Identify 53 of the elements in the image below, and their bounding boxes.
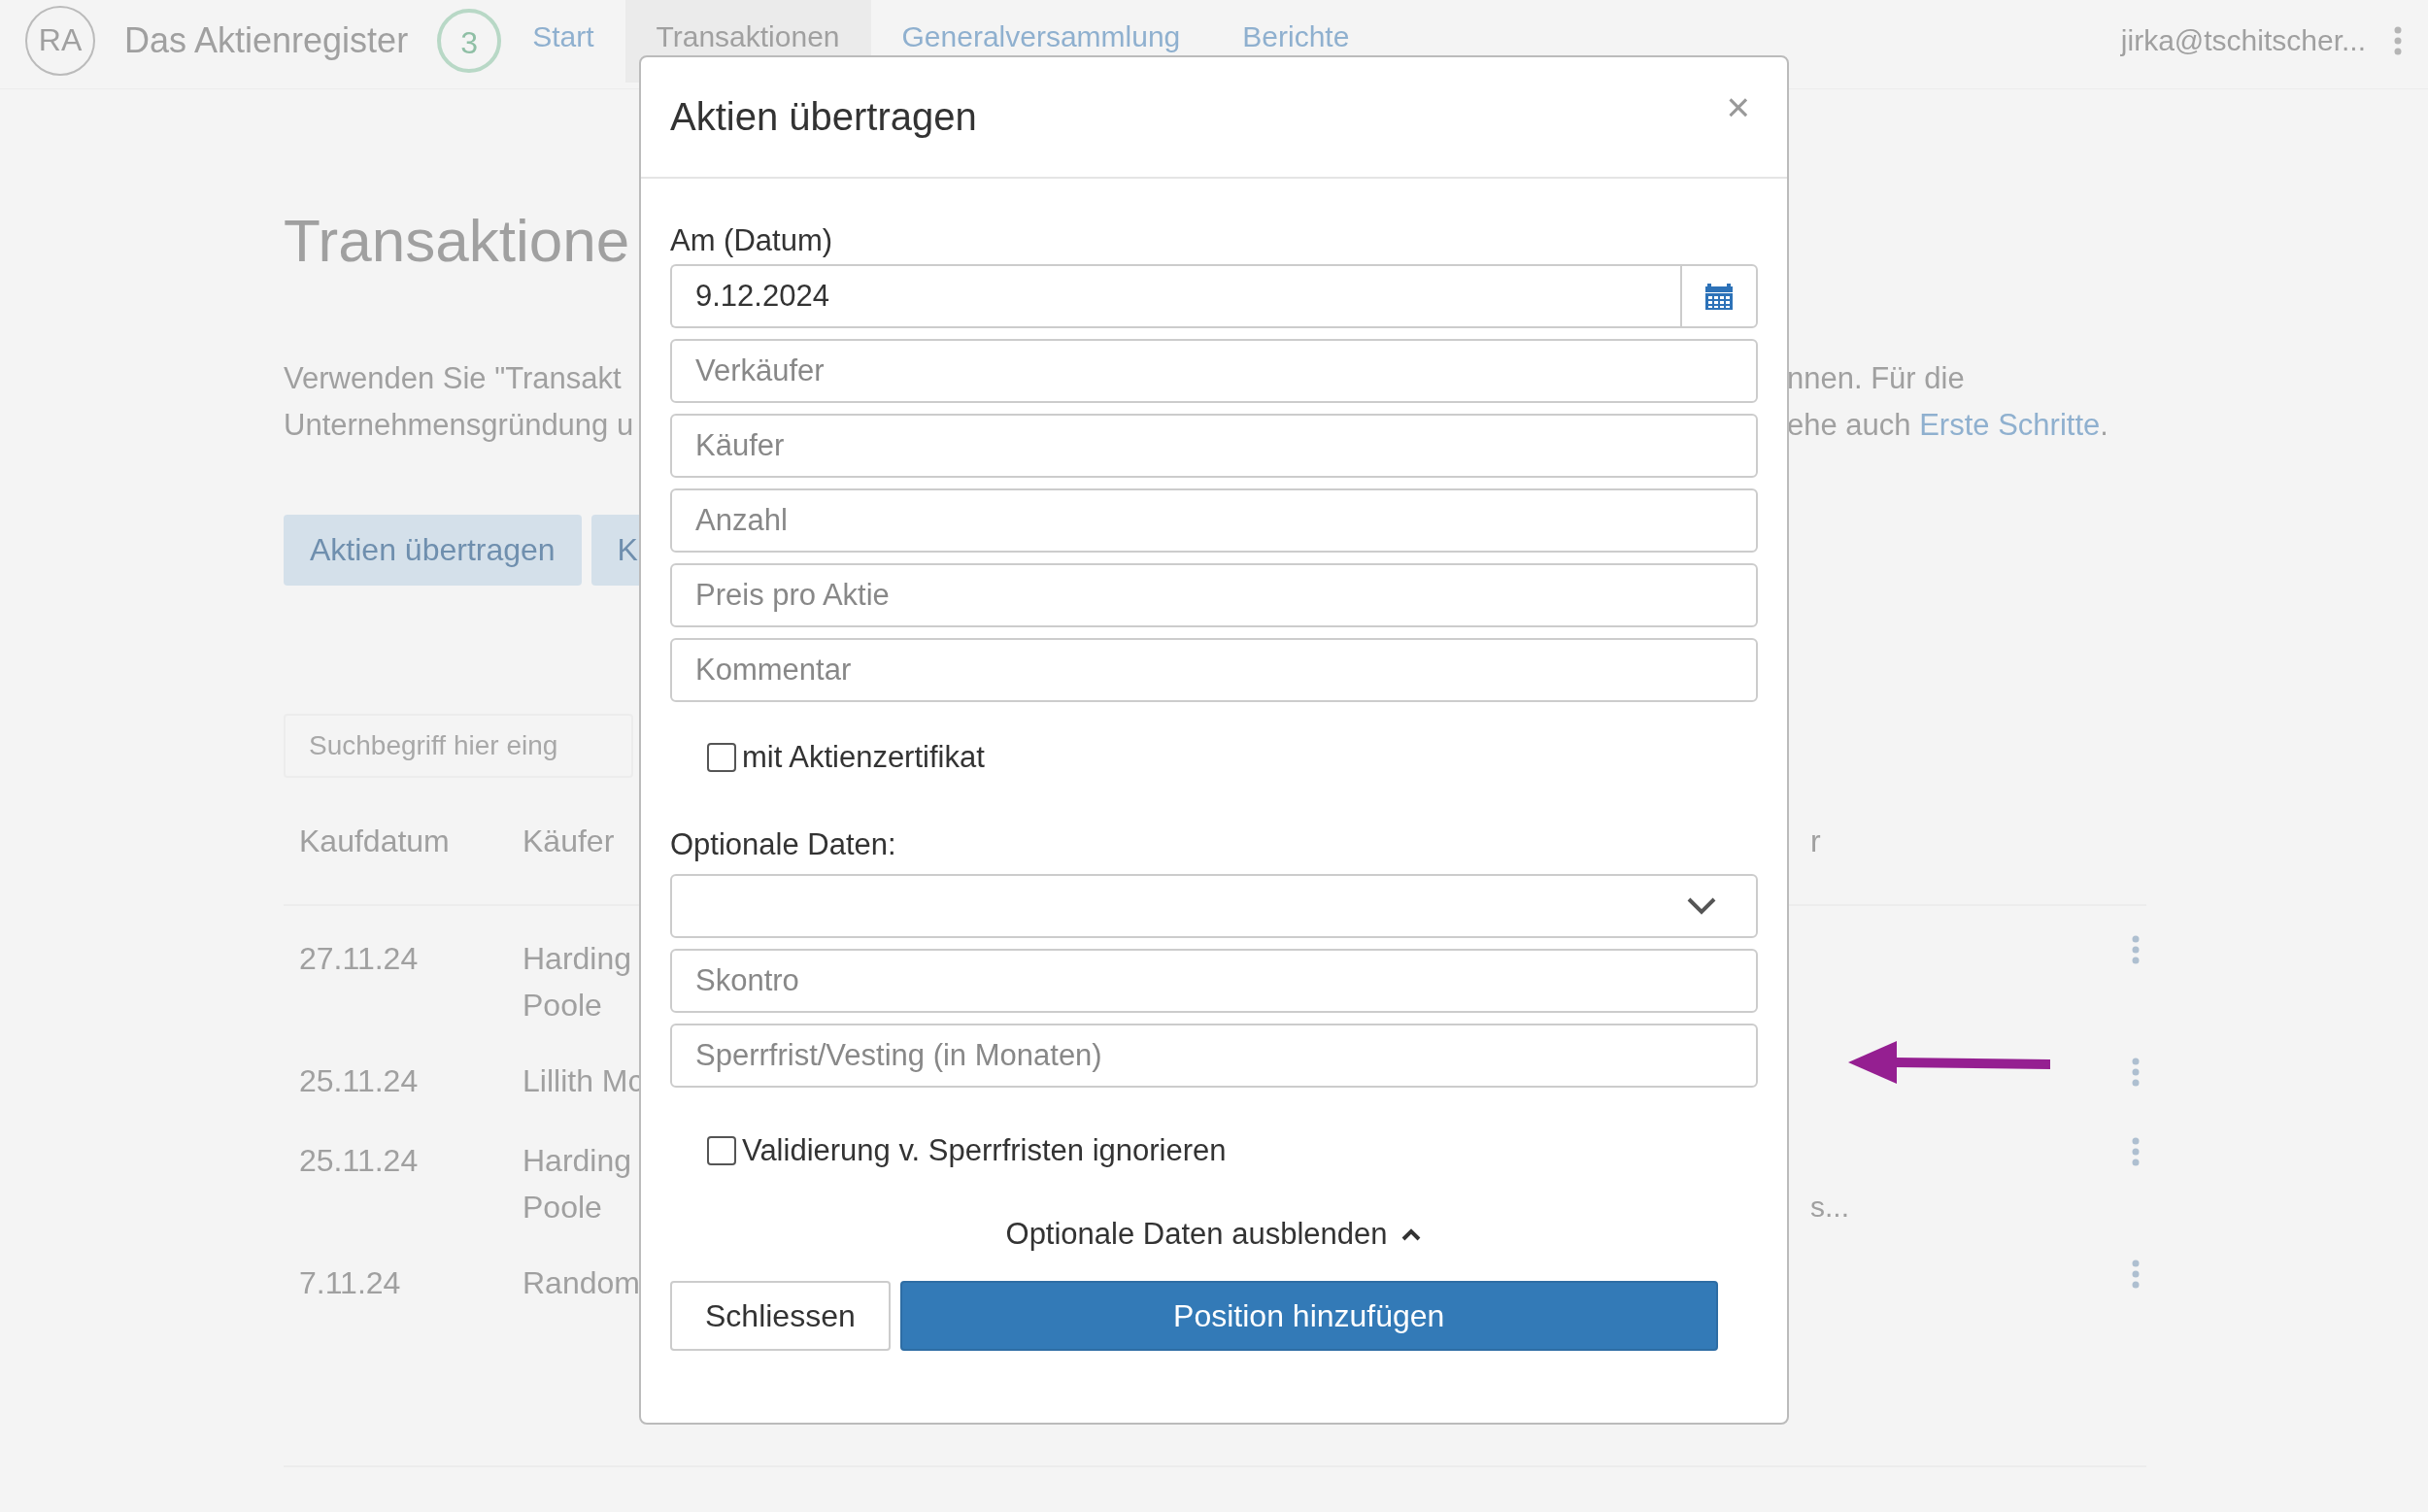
page-title: Transaktione	[284, 206, 630, 276]
table-cell-text: 25.11.24	[298, 1062, 420, 1100]
intro-text: nnen. Für die	[1787, 360, 1965, 397]
intro-text: Verwenden Sie "Transakt	[284, 361, 622, 395]
table-cell-text: Harding Poole	[523, 1142, 633, 1226]
dropdown[interactable]	[670, 874, 1758, 938]
search-field[interactable]: Suchbegriff hier eing	[284, 714, 633, 778]
user-email[interactable]: jirka@tschitscher...	[2120, 23, 2366, 57]
progress-badge: 3	[437, 8, 502, 73]
calendar-icon	[1704, 282, 1734, 311]
intro-text: ehe auch Erste Schritte.	[1787, 407, 2108, 444]
input-field[interactable]: Anzahl	[670, 488, 1758, 553]
table-cell-text: 25.11.24	[298, 1142, 420, 1180]
nav-tab[interactable]: Start	[501, 0, 625, 83]
more-icon[interactable]	[2131, 1137, 2141, 1166]
column-header: Käufer	[523, 823, 616, 859]
chevron-up-icon	[1400, 1226, 1423, 1242]
more-icon[interactable]	[2131, 935, 2141, 964]
input-field[interactable]: Sperrfrist/Vesting (in Monaten)	[670, 1024, 1758, 1088]
calendar-button[interactable]	[1680, 264, 1758, 328]
guide-link[interactable]: Erste Schritte	[1919, 408, 2101, 442]
intro-text: Unternehmensgründung u	[284, 408, 634, 442]
more-icon[interactable]	[2393, 25, 2403, 55]
more-icon[interactable]	[2131, 1260, 2141, 1289]
dialog-button[interactable]: Schliessen	[670, 1281, 891, 1351]
input-field[interactable]: Skontro	[670, 949, 1758, 1013]
date-field[interactable]: 9.12.2024	[670, 264, 1680, 328]
logo: RA	[25, 5, 95, 76]
section-label: Optionale Daten:	[670, 827, 897, 862]
close-button[interactable]: ×	[1718, 84, 1758, 131]
table-cell-text: 7.11.24	[298, 1264, 402, 1302]
collapse-link[interactable]: Optionale Daten ausblenden	[1005, 1217, 1388, 1252]
checkbox-label: mit Aktienzertifikat	[742, 740, 985, 775]
table-cell-text: 27.11.24	[298, 940, 420, 978]
input-field[interactable]: Kommentar	[670, 638, 1758, 702]
checkbox-label: Validierung v. Sperrfristen ignorieren	[742, 1133, 1227, 1168]
more-icon[interactable]	[2131, 1058, 2141, 1087]
column-header: Kaufdatum	[298, 823, 451, 859]
chevron-down-icon	[1686, 896, 1717, 916]
column-header: r	[1810, 823, 1821, 858]
input-field[interactable]: Käufer	[670, 414, 1758, 478]
dialog-button[interactable]: Position hinzufügen	[899, 1281, 1718, 1351]
input-field[interactable]: Preis pro Aktie	[670, 563, 1758, 627]
input-field[interactable]: Verkäufer	[670, 339, 1758, 403]
checkbox[interactable]	[707, 1136, 736, 1165]
table-cell-text: Random	[523, 1264, 641, 1302]
action-button[interactable]: Aktien übertragen	[284, 515, 582, 586]
app-title: Das Aktienregister	[124, 19, 409, 61]
checkbox[interactable]	[707, 743, 736, 772]
dialog-title: Aktien übertragen	[670, 95, 977, 139]
table-cell-text: Harding Poole	[523, 940, 633, 1025]
field-label: Am (Datum)	[670, 223, 834, 258]
table-cell-text: s...	[1810, 1190, 1849, 1225]
